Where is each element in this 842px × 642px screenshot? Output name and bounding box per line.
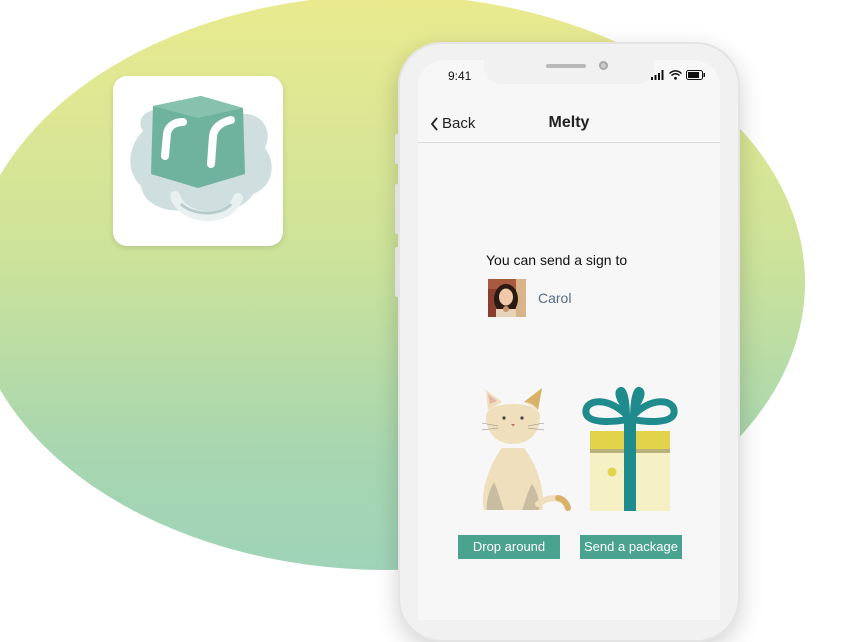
mute-switch: [395, 134, 399, 164]
cat-illustration[interactable]: [472, 386, 572, 512]
status-bar: 9:41: [418, 60, 720, 90]
battery-icon: [686, 70, 705, 80]
drop-around-button[interactable]: Drop around: [458, 535, 560, 559]
gift-illustration[interactable]: [580, 375, 680, 511]
send-sign-text: You can send a sign to: [486, 252, 628, 268]
ice-cube-icon: [130, 96, 272, 222]
phone-screen: 9:41 Back Melty You can send a sign to C…: [418, 60, 720, 620]
recipient[interactable]: Carol: [488, 279, 571, 317]
signal-icon: [651, 70, 664, 80]
send-package-button[interactable]: Send a package: [580, 535, 682, 559]
page-title: Melty: [548, 114, 590, 131]
status-icons: [651, 70, 706, 80]
wifi-icon: [669, 70, 682, 80]
volume-down-button: [395, 247, 399, 297]
status-time: 9:41: [448, 69, 472, 83]
speaker-grille: [546, 64, 586, 68]
avatar: [488, 279, 526, 317]
recipient-name: Carol: [538, 290, 572, 306]
phone-notch: [484, 60, 654, 84]
front-camera: [599, 61, 608, 70]
app-icon: [113, 76, 283, 246]
volume-up-button: [395, 184, 399, 234]
phone-frame: 9:41 Back Melty You can send a sign to C…: [395, 42, 740, 642]
nav-bar: Back Melty: [418, 98, 720, 143]
